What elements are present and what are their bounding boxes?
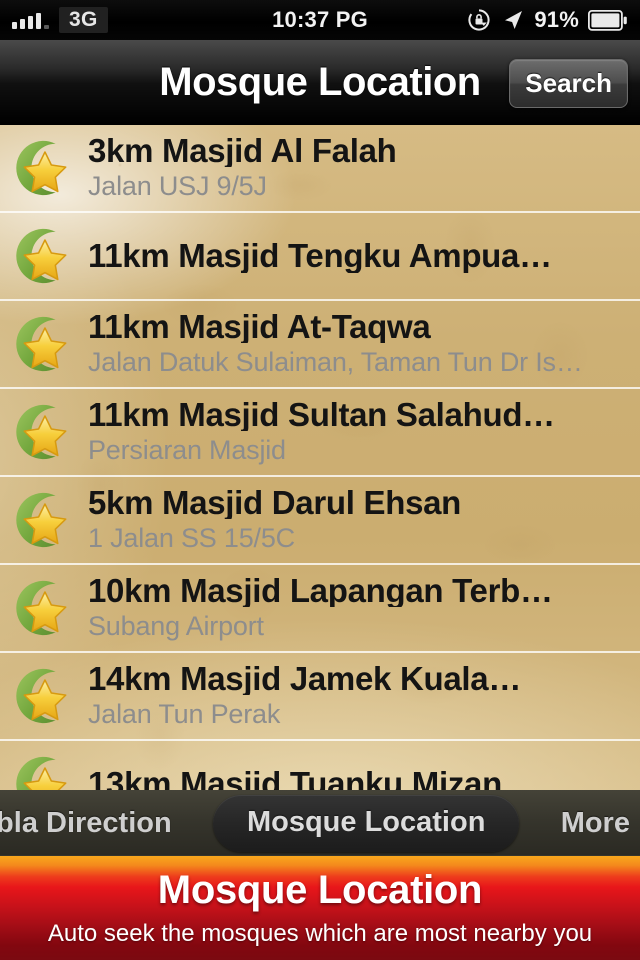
tab-more[interactable]: More <box>555 807 636 840</box>
banner-subtitle: Auto seek the mosques which are most nea… <box>47 920 593 947</box>
mosque-list-item-text: 10km Masjid Lapangan Terb… Subang Airport <box>88 574 640 643</box>
mosque-list-item-text: 14km Masjid Jamek Kuala… Jalan Tun Perak <box>88 662 640 731</box>
mosque-address-label: Jalan Tun Perak <box>88 699 281 730</box>
app-screen: 3G 10:37 PG 91% Mosque Location Search 3… <box>0 0 640 960</box>
mosque-crescent-star-icon <box>0 564 88 652</box>
status-bar: 3G 10:37 PG 91% <box>0 0 640 40</box>
mosque-name-label: 11km Masjid Sultan Salahud… <box>88 397 555 432</box>
mosque-name-label: 11km Masjid At-Taqwa <box>88 309 431 344</box>
mosque-crescent-star-icon <box>0 300 88 388</box>
rotation-lock-icon <box>466 7 492 33</box>
mosque-address-label: Persiaran Masjid <box>88 435 286 466</box>
mosque-name-label: 14km Masjid Jamek Kuala… <box>88 661 522 696</box>
mosque-list-item[interactable]: 14km Masjid Jamek Kuala… Jalan Tun Perak <box>0 653 640 741</box>
mosque-name-label: 5km Masjid Darul Ehsan <box>88 485 462 520</box>
mosque-list-item-text: 11km Masjid At-Taqwa Jalan Datuk Sulaiman… <box>88 310 640 379</box>
tab-bar: ibla Direction Mosque Location More <box>0 790 640 856</box>
mosque-list-item-text: 11km Masjid Tengku Ampua… <box>88 239 640 273</box>
mosque-name-label: 13km Masjid Tuanku Mizan <box>88 767 502 790</box>
promo-banner[interactable]: Mosque Location Auto seek the mosques wh… <box>0 856 640 960</box>
mosque-list-item[interactable]: 5km Masjid Darul Ehsan 1 Jalan SS 15/5C <box>0 477 640 565</box>
mosque-crescent-star-icon <box>0 125 88 212</box>
mosque-list-rows: 3km Masjid Al Falah Jalan USJ 9/5J 11km M… <box>0 125 640 790</box>
mosque-crescent-star-icon <box>0 652 88 740</box>
mosque-list-item[interactable]: 10km Masjid Lapangan Terb… Subang Airport <box>0 565 640 653</box>
tab-mosque-location[interactable]: Mosque Location <box>212 794 520 852</box>
status-bar-right: 91% <box>466 7 640 33</box>
search-button[interactable]: Search <box>509 59 628 108</box>
mosque-address-label: 1 Jalan SS 15/5C <box>88 523 295 554</box>
mosque-crescent-star-icon <box>0 388 88 476</box>
mosque-name-label: 11km Masjid Tengku Ampua… <box>88 239 552 273</box>
mosque-list-item-text: 11km Masjid Sultan Salahud… Persiaran Mas… <box>88 398 640 467</box>
navigation-bar: Mosque Location Search <box>0 40 640 125</box>
mosque-list-item[interactable]: 11km Masjid Sultan Salahud… Persiaran Mas… <box>0 389 640 477</box>
mosque-name-label: 10km Masjid Lapangan Terb… <box>88 573 553 608</box>
battery-icon <box>588 9 628 31</box>
tab-ibla-direction[interactable]: ibla Direction <box>0 807 178 840</box>
location-arrow-icon <box>501 8 525 32</box>
banner-title: Mosque Location <box>157 868 483 912</box>
mosque-crescent-star-icon <box>0 740 88 790</box>
mosque-list-item[interactable]: 11km Masjid At-Taqwa Jalan Datuk Sulaiman… <box>0 301 640 389</box>
mosque-crescent-star-icon <box>0 212 88 300</box>
mosque-list-item-text: 3km Masjid Al Falah Jalan USJ 9/5J <box>88 134 640 203</box>
mosque-address-label: Jalan USJ 9/5J <box>88 171 267 202</box>
battery-percent-label: 91% <box>534 7 579 32</box>
mosque-crescent-star-icon <box>0 476 88 564</box>
mosque-list[interactable]: 3km Masjid Al Falah Jalan USJ 9/5J 11km M… <box>0 125 640 790</box>
mosque-list-item-text: 5km Masjid Darul Ehsan 1 Jalan SS 15/5C <box>88 486 640 555</box>
mosque-address-label: Subang Airport <box>88 611 264 642</box>
mosque-name-label: 3km Masjid Al Falah <box>88 133 397 168</box>
mosque-address-label: Jalan Datuk Sulaiman, Taman Tun Dr Is… <box>88 347 583 378</box>
mosque-list-item-text: 13km Masjid Tuanku Mizan <box>88 767 640 790</box>
mosque-list-item[interactable]: 13km Masjid Tuanku Mizan <box>0 741 640 790</box>
mosque-list-item[interactable]: 3km Masjid Al Falah Jalan USJ 9/5J <box>0 125 640 213</box>
mosque-list-item[interactable]: 11km Masjid Tengku Ampua… <box>0 213 640 301</box>
